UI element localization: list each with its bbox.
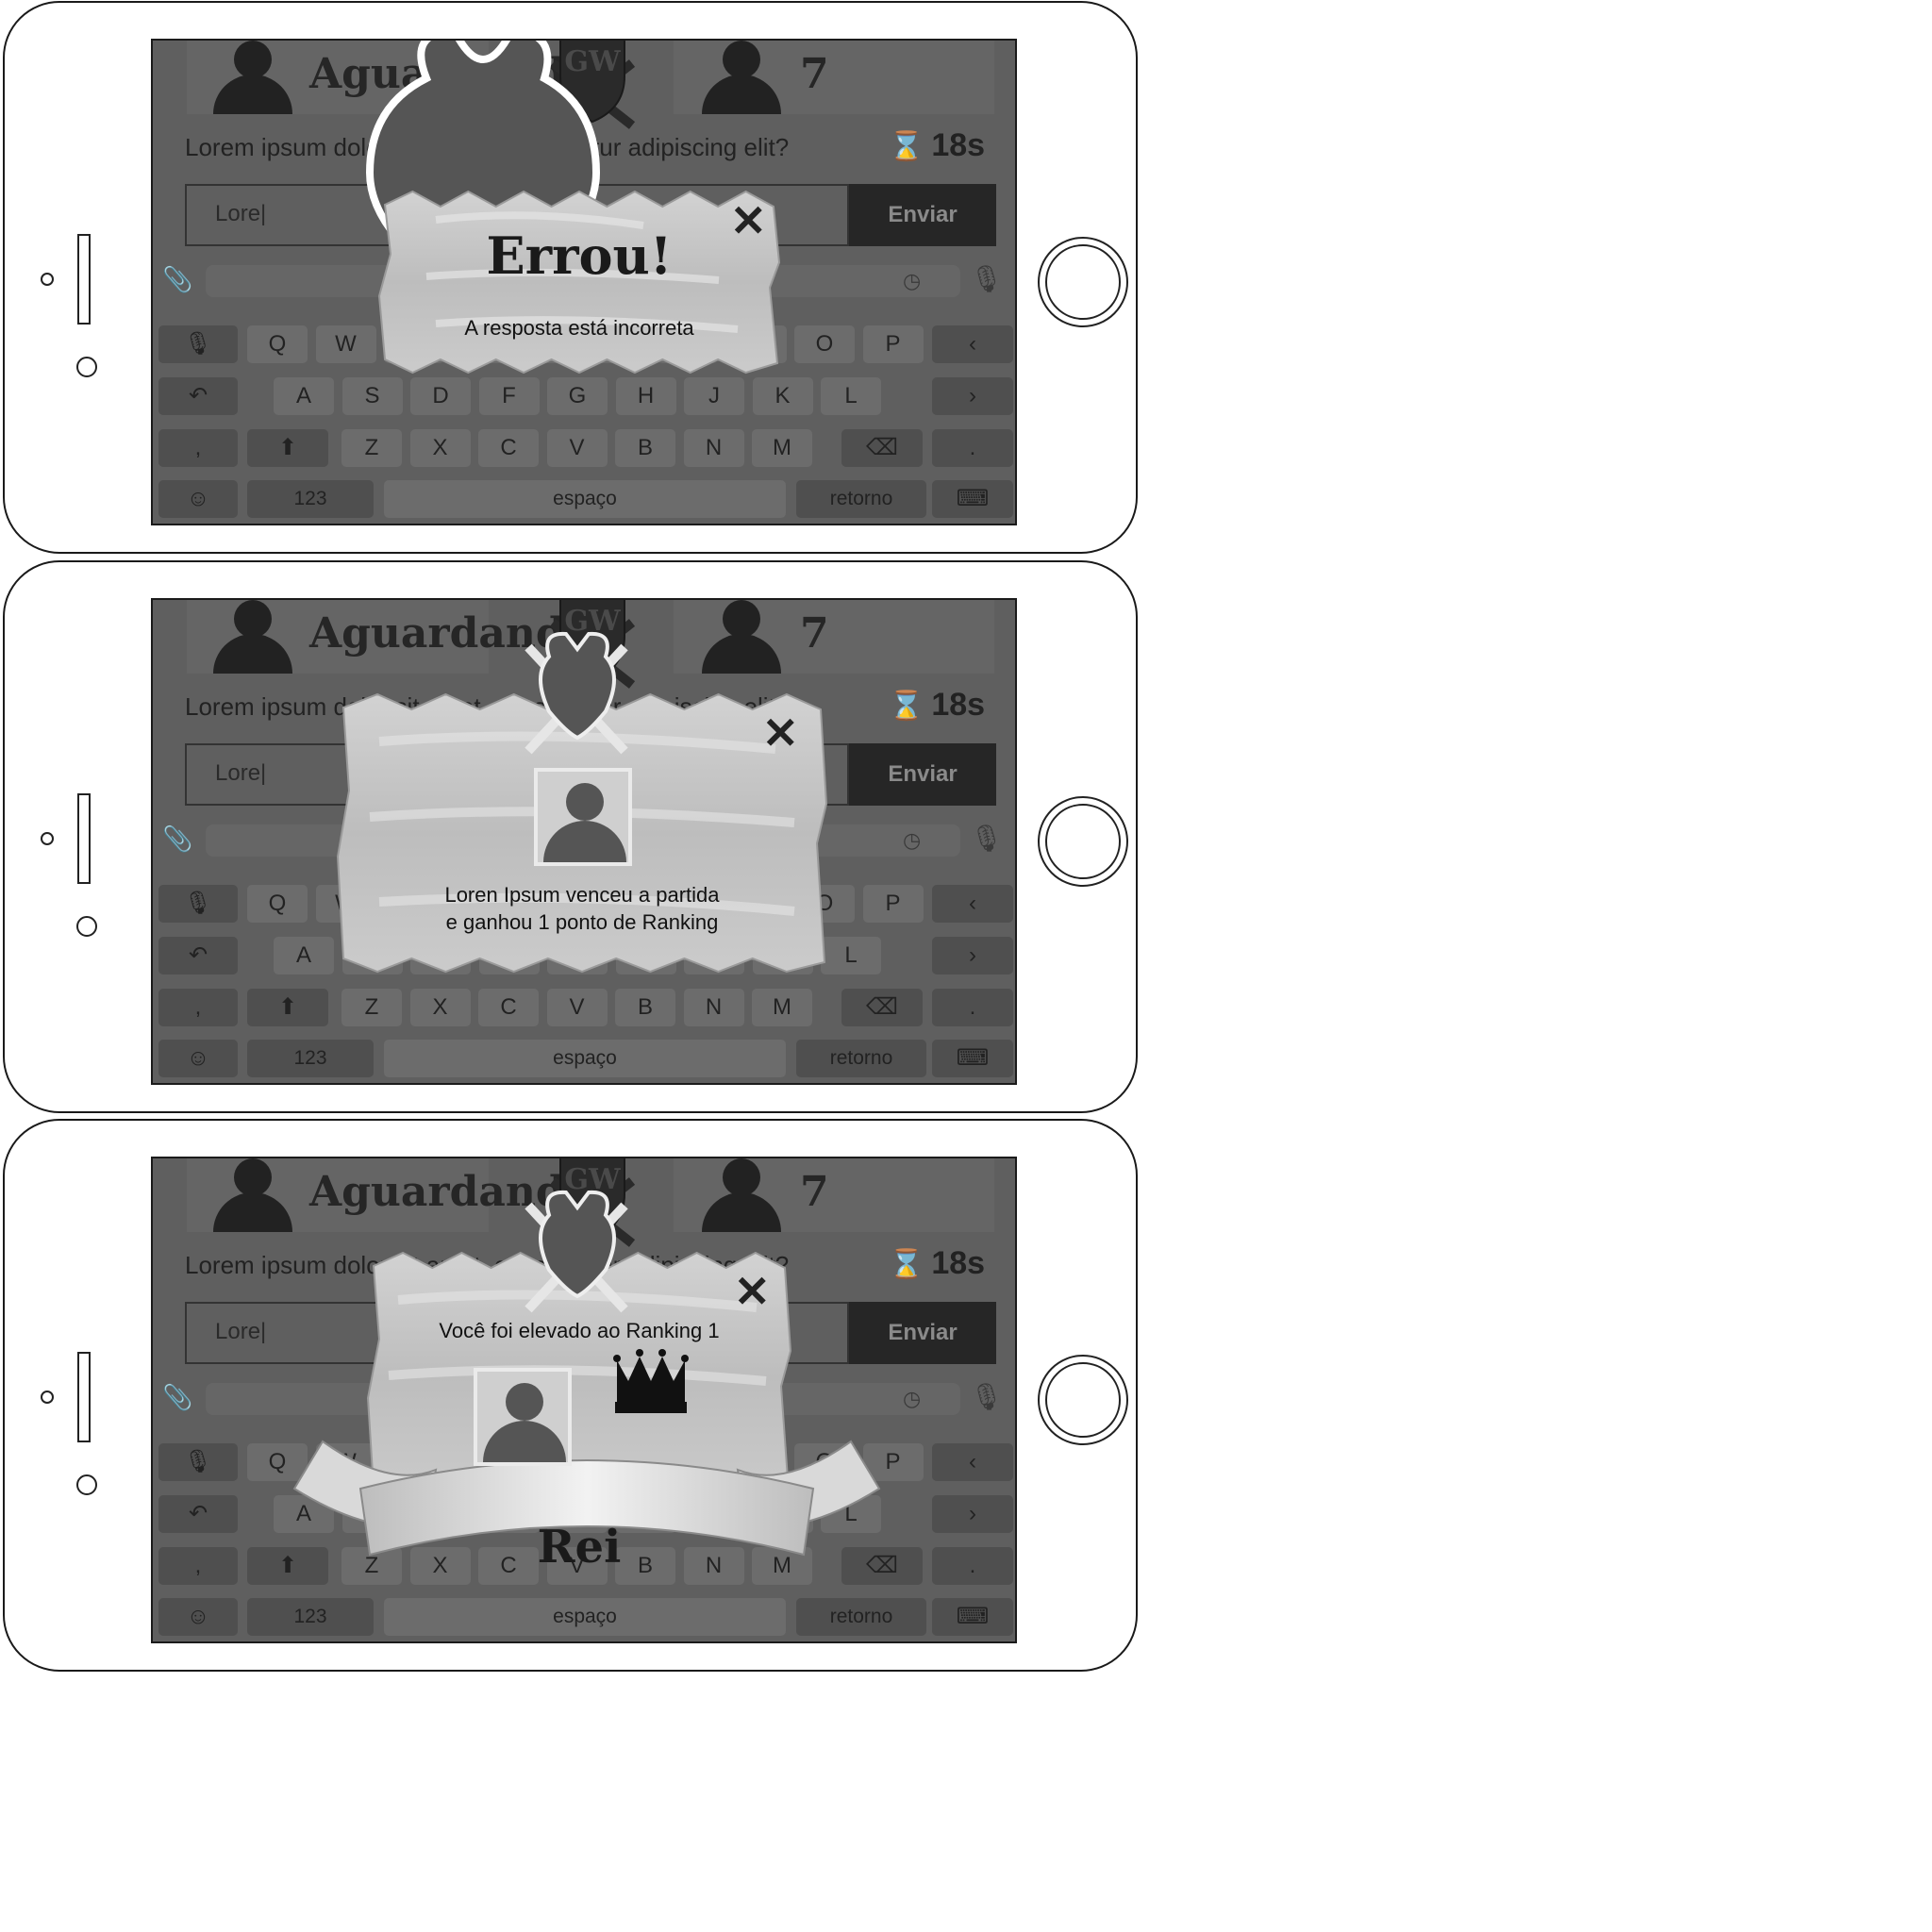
camera-dot (76, 357, 97, 377)
home-button[interactable] (1038, 1355, 1128, 1445)
popup-message-line2: e ganhou 1 ponto de Ranking (445, 910, 719, 934)
phone-frame-1: Aguardando 7 GW Lorem ipsum dolor sit am… (3, 1, 1138, 554)
home-button[interactable] (1038, 796, 1128, 887)
winner-avatar (534, 768, 632, 866)
sensor-dot (41, 1391, 54, 1404)
banner-title: Rei (537, 1521, 622, 1574)
popup-message-line1: Loren Ipsum venceu a partida (444, 883, 720, 907)
game-screen: Aguardando 7 GW Lorem ipsum dolor sit am… (151, 39, 1017, 525)
sensor-dot (41, 832, 54, 845)
game-screen: Aguardando 7 GW Lorem ipsum dolor sit am… (151, 1157, 1017, 1643)
camera-dot (76, 916, 97, 937)
game-screen: Aguardando 7 GW Lorem ipsum dolor sit am… (151, 598, 1017, 1085)
close-icon[interactable]: ✕ (734, 1270, 771, 1313)
close-icon[interactable]: ✕ (730, 199, 767, 242)
sensor-dot (41, 273, 54, 286)
close-icon[interactable]: ✕ (762, 711, 799, 755)
speaker-slot (77, 793, 91, 884)
player-avatar (474, 1368, 572, 1466)
phone-frame-2: Aguardando 7 GW Lorem ipsum dolor sit am… (3, 560, 1138, 1113)
phone-frame-3: Aguardando 7 GW Lorem ipsum dolor sit am… (3, 1119, 1138, 1672)
speaker-slot (77, 1352, 91, 1442)
popup-message: A resposta está incorreta (464, 316, 694, 340)
popup-message: Você foi elevado ao Ranking 1 (439, 1319, 720, 1342)
speaker-slot (77, 234, 91, 325)
home-button[interactable] (1038, 237, 1128, 327)
camera-dot (76, 1474, 97, 1495)
popup-title: Errou! (486, 225, 673, 286)
